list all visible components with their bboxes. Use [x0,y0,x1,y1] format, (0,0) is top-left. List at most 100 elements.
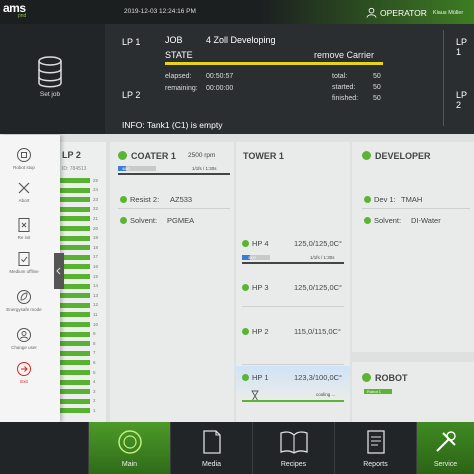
developer-solvent-label: Solvent: [374,216,402,225]
hp4-status-dot [242,240,249,247]
wafer-slot-number: 1 [93,407,96,413]
developer-column[interactable]: DEVELOPER Dev 1: TMAH Solvent: DI-Water [352,142,474,352]
hp4-progress-label: 34/0 [248,255,256,260]
wafer-slot-bar[interactable] [60,293,90,299]
robot-stop-label: Robot stop [13,165,35,170]
wafer-slot-bar[interactable] [60,331,90,337]
nav-recipes-label: Recipes [280,461,307,468]
wafer-slot-number: 17 [93,254,99,260]
wafer-slot-number: 13 [93,292,99,298]
hp3-status-dot [242,284,249,291]
medium-offline-button[interactable]: Medium offline [0,251,48,274]
wafer-slot-bar[interactable] [60,283,90,289]
side-action-menu: Robot stop Abort Re init Medium offline … [0,135,64,422]
hp2-status-dot [242,328,249,335]
wafer-slot-bar[interactable] [60,245,90,251]
wafer-slot-bar[interactable] [60,379,90,385]
nav-service[interactable]: Service [416,422,474,474]
database-stack-icon [38,56,62,88]
media-icon [202,430,221,454]
wafer-slot-bar[interactable] [60,389,90,395]
started-key: started: [332,84,356,91]
wafer-slot-bar[interactable] [60,341,90,347]
right-lp2-label: LP 2 [456,90,467,110]
state-value: remove Carrier [314,50,375,60]
nav-main[interactable]: Main [88,422,170,474]
exit-button[interactable]: Exit [0,361,48,384]
wafer-slot-number: 3 [93,388,96,394]
abort-button[interactable]: Abort [0,180,48,203]
lp1-label: LP 1 [122,37,141,47]
nav-recipes[interactable]: Recipes [252,422,334,474]
nav-media[interactable]: Media [170,422,252,474]
wafer-slot-number: 22 [93,206,99,212]
chevron-left-icon [56,267,61,275]
coater-solvent-dot [120,217,127,224]
wafer-slot-bar[interactable] [60,235,90,241]
wafer-slot-bar[interactable] [60,206,90,212]
datetime-display: 2019-12-03 12:24:16 PM [124,8,196,15]
change-user-icon [17,328,31,342]
wafer-slot-bar[interactable] [60,274,90,279]
remaining-key: remaining: [165,85,198,92]
coater-progress-label: 48/0 [122,166,130,171]
change-user-button[interactable]: Change user [0,327,48,350]
robot-panel[interactable]: ROBOT Robot 1 [352,362,474,422]
change-user-label: Change user [11,345,37,350]
developer-title: DEVELOPER [375,151,431,161]
wafer-slot-bar[interactable] [60,302,90,308]
robot-stop-button[interactable]: Robot stop [0,147,48,170]
abort-x-icon [18,182,30,194]
wafer-slot-bar[interactable] [60,187,90,193]
wafer-slot-bar[interactable] [60,398,90,404]
hp4-name: HP 4 [252,239,269,248]
hp1-name: HP 1 [252,373,269,382]
wafer-slot-bar[interactable] [60,226,90,231]
wafer-slot-bar[interactable] [60,408,90,414]
user-box[interactable]: OPERATOR Klaus Müller [366,6,463,19]
robot-badge-label: Robot 1 [367,389,382,394]
hp2-name: HP 2 [252,327,269,336]
service-tools-icon [435,431,456,452]
developer-solvent-value: DI-Water [411,216,441,225]
coater-row-separator [118,208,230,209]
dev1-status-dot [364,196,371,203]
hp4-time-label: 1/1fs / 1:30s [310,255,335,260]
hp3-name: HP 3 [252,283,269,292]
wafer-slot-bar[interactable] [60,360,90,366]
lp2-title: LP 2 [62,150,81,160]
wafer-slot-bar[interactable] [60,178,90,183]
nav-reports[interactable]: Reports [334,422,416,474]
elapsed-key: elapsed: [165,73,192,80]
wafer-slot-bar[interactable] [60,312,90,318]
wafer-slot-bar[interactable] [60,322,90,327]
hp1-status: cooling ... [316,392,336,397]
hp3-temp: 125,0/125,0C° [294,283,343,292]
coater-time-label: 1/1fs / 1:30s [192,166,217,171]
menu-collapse-handle[interactable] [54,253,64,289]
reinit-button[interactable]: Re init [0,217,48,240]
hp4-temp: 125,0/125,0C° [294,239,343,248]
coater-title: COATER 1 [131,151,176,161]
robot-status-dot [362,373,371,382]
wafer-slot-bar[interactable] [60,370,90,375]
user-role: OPERATOR [380,7,427,18]
set-job-button[interactable]: Set job [0,24,105,134]
bottom-navigation: Main Media Recipes Reports Service [0,422,474,474]
wafer-slot-bar[interactable] [60,197,90,203]
hp1-status-dot [242,374,249,381]
coater-rpm: 2500 rpm [188,152,216,159]
wafer-slot-number: 23 [93,196,99,202]
lp2-carrier-column[interactable]: LP 2 ID: 784513 25 24 23 22 21 20 19 18 17 16 15 14… [58,142,106,422]
wafer-slot-bar[interactable] [60,350,90,356]
energysafe-button[interactable]: Energysafe mode [0,289,48,312]
tower-column[interactable]: TOWER 1 HP 4 125,0/125,0C° 34/0 1/1fs / … [236,142,350,422]
total-key: total: [332,73,348,80]
coater-column[interactable]: COATER 1 2500 rpm 48/0 1/1fs / 1:30s Res… [110,142,234,422]
wafer-slot-bar[interactable] [60,216,90,222]
coater-solvent-value: PGMEA [167,216,195,225]
wafer-slot-bar[interactable] [60,264,90,270]
resist-status-dot [120,196,127,203]
wafer-slot-number: 20 [93,225,99,231]
wafer-slot-bar[interactable] [60,254,90,260]
